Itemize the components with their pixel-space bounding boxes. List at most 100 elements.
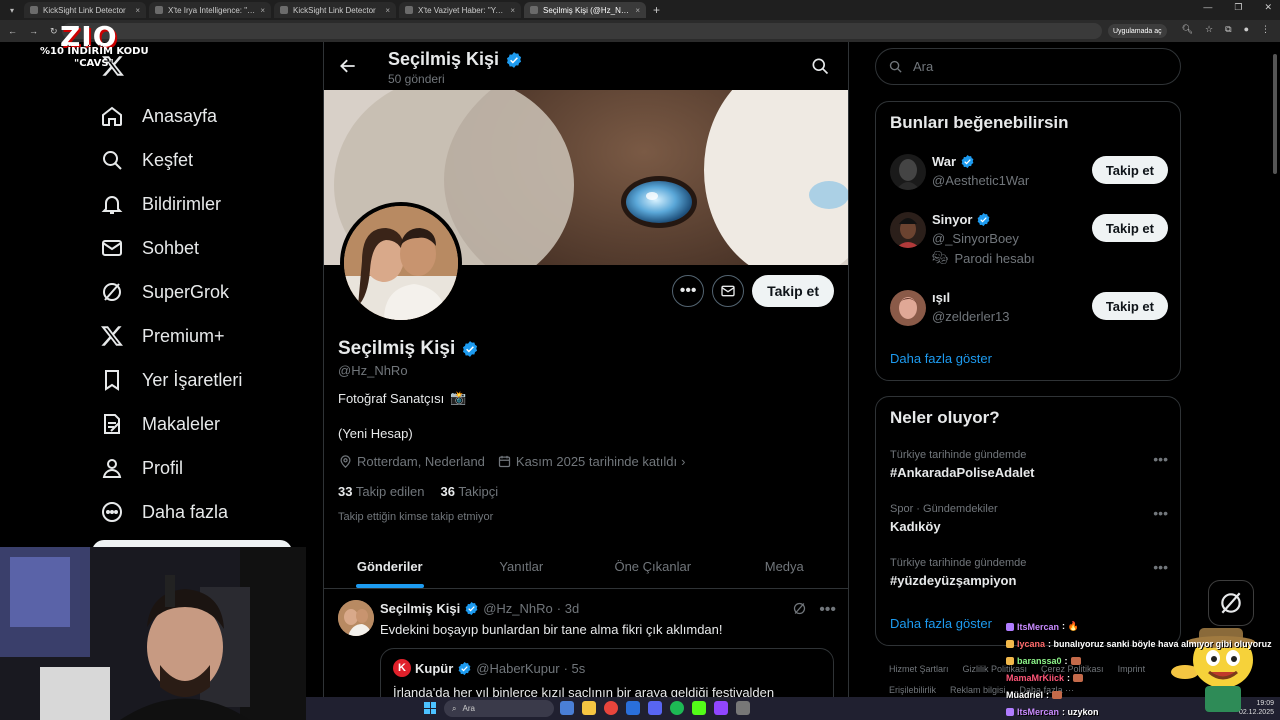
follow-button[interactable]: Takip et bbox=[1091, 214, 1168, 242]
tab-highlights[interactable]: Öne Çıkanlar bbox=[587, 544, 719, 588]
footer-link[interactable]: Hizmet Şartları bbox=[889, 664, 949, 674]
file-explorer-icon[interactable] bbox=[560, 701, 574, 715]
scrollbar-thumb[interactable] bbox=[1273, 54, 1277, 174]
close-window-icon[interactable]: ✕ bbox=[1264, 2, 1272, 13]
chat-message: Müadriel: bbox=[1006, 686, 1276, 703]
more-options-button[interactable]: ••• bbox=[672, 275, 705, 307]
followers-link[interactable]: 36 Takipçi bbox=[441, 484, 499, 499]
forward-icon[interactable]: → bbox=[29, 26, 38, 37]
browser-tab[interactable]: X'te Irya Intelligence: "🔴 Yayı × bbox=[149, 2, 271, 18]
show-more-link[interactable]: Daha fazla göster bbox=[890, 351, 992, 366]
show-more-link[interactable]: Daha fazla göster bbox=[890, 616, 992, 631]
avatar[interactable] bbox=[890, 290, 926, 326]
avatar[interactable] bbox=[890, 154, 926, 190]
nav-item-premium[interactable]: Premium+ bbox=[88, 314, 298, 358]
footer-link[interactable]: Erişilebilirlik bbox=[889, 685, 936, 695]
profile-icon[interactable]: ● bbox=[1244, 24, 1249, 35]
trend-name: #yüzdeyüzşampiyon bbox=[890, 573, 1017, 588]
back-icon[interactable]: ← bbox=[8, 26, 17, 37]
url-field[interactable] bbox=[62, 23, 1102, 39]
nav-item-supergrok[interactable]: SuperGrok bbox=[88, 270, 298, 314]
suggestion-item[interactable]: ışıl @zelderler13 Takip et bbox=[890, 290, 1168, 338]
kick-icon[interactable] bbox=[692, 701, 706, 715]
tab-media[interactable]: Medya bbox=[719, 544, 849, 588]
app-icon[interactable] bbox=[736, 701, 750, 715]
post-author-handle[interactable]: @Hz_NhRo bbox=[483, 601, 553, 616]
tab-replies[interactable]: Yanıtlar bbox=[456, 544, 588, 588]
discord-icon[interactable] bbox=[648, 701, 662, 715]
nav-item-bookmarks[interactable]: Yer İşaretleri bbox=[88, 358, 298, 402]
tab-search-icon[interactable]: ▾ bbox=[0, 6, 24, 15]
open-in-app-chip[interactable]: Uygulamada aç bbox=[1108, 24, 1167, 38]
message-button[interactable] bbox=[712, 275, 745, 307]
browser-tab[interactable]: X'te Vaziyet Haber: "Yeni evlenen × bbox=[399, 2, 521, 18]
close-tab-icon[interactable]: × bbox=[385, 6, 390, 15]
follow-button[interactable]: Takip et bbox=[1091, 292, 1168, 320]
chrome-icon[interactable] bbox=[604, 701, 618, 715]
star-icon[interactable]: ☆ bbox=[1205, 24, 1213, 35]
new-tab-icon[interactable]: + bbox=[653, 3, 660, 17]
follow-button[interactable]: Takip et bbox=[752, 275, 834, 307]
edge-icon[interactable] bbox=[626, 701, 640, 715]
minimize-icon[interactable]: — bbox=[1203, 2, 1212, 13]
tab-posts[interactable]: Gönderiler bbox=[324, 544, 456, 588]
post-tools: ••• bbox=[792, 601, 836, 619]
verified-badge-icon[interactable] bbox=[461, 340, 479, 358]
grok-icon[interactable] bbox=[792, 601, 807, 616]
maximize-icon[interactable]: ❐ bbox=[1234, 2, 1242, 13]
stream-chat-overlay: ItsMercan: 🔥 lycana: bunalıyoruz sanki b… bbox=[1006, 618, 1276, 720]
trend-item[interactable]: Türkiye tarihinde gündemde #yüzdeyüzşamp… bbox=[890, 557, 1168, 597]
chat-message: baranssa0: bbox=[1006, 652, 1276, 669]
suggestion-handle: @_SinyorBoey bbox=[932, 231, 1019, 246]
search-icon[interactable] bbox=[810, 56, 830, 76]
close-tab-icon[interactable]: × bbox=[510, 6, 515, 15]
nav-item-home[interactable]: Anasayfa bbox=[88, 94, 298, 138]
zoom-icon[interactable]: 🔍︎ bbox=[1182, 24, 1193, 35]
extensions-icon[interactable]: ⧉ bbox=[1225, 24, 1231, 35]
header-name-text: Seçilmiş Kişi bbox=[388, 49, 500, 69]
close-tab-icon[interactable]: × bbox=[635, 6, 640, 15]
suggestion-item[interactable]: War @Aesthetic1War Takip et bbox=[890, 154, 1168, 202]
more-options-icon[interactable]: ••• bbox=[1153, 559, 1168, 575]
twitch-icon[interactable] bbox=[714, 701, 728, 715]
more-options-icon[interactable]: ••• bbox=[819, 601, 836, 619]
followers-label: Takipçi bbox=[458, 484, 499, 499]
page-scrollbar[interactable] bbox=[1272, 44, 1278, 694]
nav-item-explore[interactable]: Keşfet bbox=[88, 138, 298, 182]
search-input[interactable]: Ara bbox=[875, 48, 1181, 85]
menu-icon[interactable]: ⋮ bbox=[1261, 24, 1270, 35]
close-tab-icon[interactable]: × bbox=[260, 6, 265, 15]
trend-item[interactable]: Türkiye tarihinde gündemde #AnkaradaPoli… bbox=[890, 449, 1168, 489]
following-link[interactable]: 33 Takip edilen bbox=[338, 484, 425, 499]
more-options-icon[interactable]: ••• bbox=[1153, 451, 1168, 467]
close-tab-icon[interactable]: × bbox=[135, 6, 140, 15]
nav-item-more[interactable]: Daha fazla bbox=[88, 490, 298, 534]
trend-item[interactable]: Spor · Gündemdekiler Kadıköy ••• bbox=[890, 503, 1168, 543]
nav-item-articles[interactable]: Makaleler bbox=[88, 402, 298, 446]
post-avatar[interactable] bbox=[338, 600, 374, 636]
taskbar-search[interactable]: ⌕ Ara bbox=[444, 700, 554, 717]
windows-start-icon[interactable] bbox=[424, 702, 436, 714]
back-arrow-icon[interactable] bbox=[338, 56, 358, 76]
follow-button[interactable]: Takip et bbox=[1091, 156, 1168, 184]
folder-icon[interactable] bbox=[582, 701, 596, 715]
header-profile-name: Seçilmiş Kişi bbox=[388, 49, 523, 70]
browser-tab[interactable]: KickSight Link Detector × bbox=[274, 2, 396, 18]
post-timestamp[interactable]: · 3d bbox=[557, 601, 579, 616]
avatar[interactable] bbox=[890, 212, 926, 248]
browser-tab-active[interactable]: Seçilmiş Kişi (@Hz_NhRo) / X × bbox=[524, 2, 646, 18]
more-options-icon[interactable]: ••• bbox=[1153, 505, 1168, 521]
browser-tab[interactable]: KickSight Link Detector × bbox=[24, 2, 146, 18]
followers-count: 36 bbox=[440, 484, 455, 499]
suggestion-item[interactable]: Sinyor @_SinyorBoey 🎭︎ Parodi hesabı Tak… bbox=[890, 212, 1168, 266]
post-author-name[interactable]: Seçilmiş Kişi bbox=[380, 601, 460, 616]
nav-item-profile[interactable]: Profil bbox=[88, 446, 298, 490]
window-controls: — ❐ ✕ bbox=[1203, 2, 1272, 13]
nav-item-notifications[interactable]: Bildirimler bbox=[88, 182, 298, 226]
footer-link[interactable]: Reklam bilgisi bbox=[950, 685, 1006, 695]
profile-avatar[interactable] bbox=[340, 202, 462, 324]
nav-item-chat[interactable]: Sohbet bbox=[88, 226, 298, 270]
follow-stats: 33 Takip edilen 36 Takipçi bbox=[338, 484, 498, 499]
spotify-icon[interactable] bbox=[670, 701, 684, 715]
profile-joined[interactable]: Kasım 2025 tarihinde katıldı › bbox=[497, 454, 685, 469]
